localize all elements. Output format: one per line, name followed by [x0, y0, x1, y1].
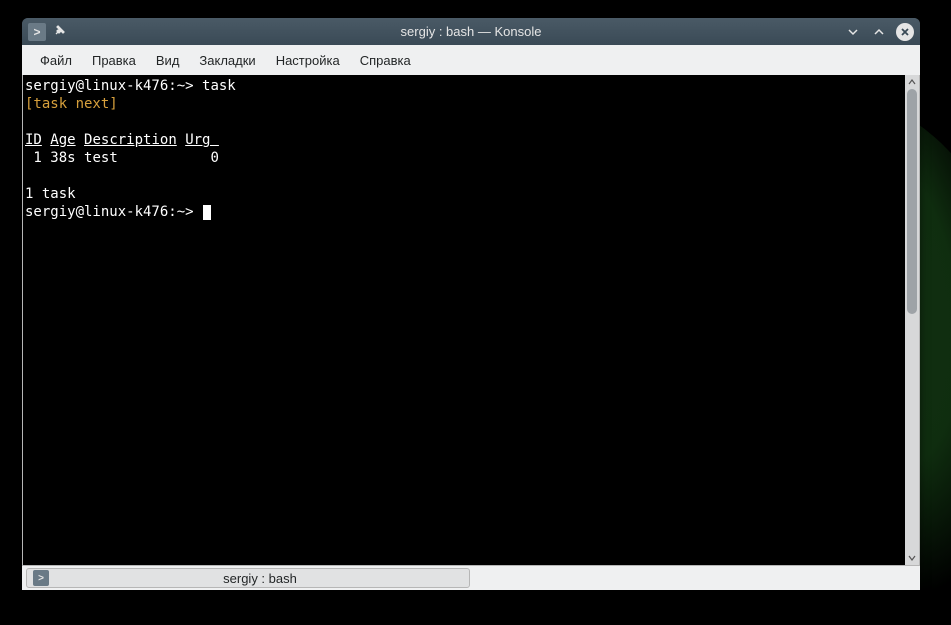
menu-help[interactable]: Справка	[350, 49, 421, 72]
tab-label: sergiy : bash	[57, 571, 463, 586]
konsole-window: > sergiy : bash — Konsole Файл Правка Ви…	[22, 18, 920, 590]
tab-bash[interactable]: > sergiy : bash	[26, 568, 470, 588]
window-controls	[844, 23, 914, 41]
task-next-label: [task next]	[25, 96, 118, 112]
menu-edit[interactable]: Правка	[82, 49, 146, 72]
scrollbar-thumb[interactable]	[907, 89, 917, 314]
prompt-line-current: sergiy@linux-k476:~>	[25, 204, 211, 220]
menu-settings[interactable]: Настройка	[266, 49, 350, 72]
task-summary: 1 task	[25, 186, 76, 202]
minimize-button[interactable]	[844, 23, 862, 41]
menubar: Файл Правка Вид Закладки Настройка Справ…	[22, 45, 920, 75]
prompt-line: sergiy@linux-k476:~> task	[25, 78, 236, 94]
terminal-area: sergiy@linux-k476:~> task [task next] ID…	[22, 75, 920, 566]
terminal[interactable]: sergiy@linux-k476:~> task [task next] ID…	[23, 75, 905, 565]
scrollbar-down-arrow[interactable]	[905, 551, 919, 565]
scrollbar[interactable]	[905, 75, 919, 565]
scrollbar-track[interactable]	[905, 89, 919, 551]
close-button[interactable]	[896, 23, 914, 41]
terminal-icon: >	[33, 570, 49, 586]
task-headers: ID Age Description Urg	[25, 132, 219, 148]
task-row: 1 38s test 0	[25, 150, 219, 166]
pin-icon[interactable]	[54, 24, 66, 39]
menu-bookmarks[interactable]: Закладки	[189, 49, 265, 72]
titlebar-left: >	[28, 23, 66, 41]
titlebar[interactable]: > sergiy : bash — Konsole	[22, 18, 920, 45]
terminal-cursor	[203, 205, 211, 220]
tabbar: > sergiy : bash	[22, 566, 920, 590]
scrollbar-up-arrow[interactable]	[905, 75, 919, 89]
menu-file[interactable]: Файл	[30, 49, 82, 72]
menu-view[interactable]: Вид	[146, 49, 190, 72]
app-icon: >	[28, 23, 46, 41]
window-title: sergiy : bash — Konsole	[401, 24, 542, 39]
maximize-button[interactable]	[870, 23, 888, 41]
